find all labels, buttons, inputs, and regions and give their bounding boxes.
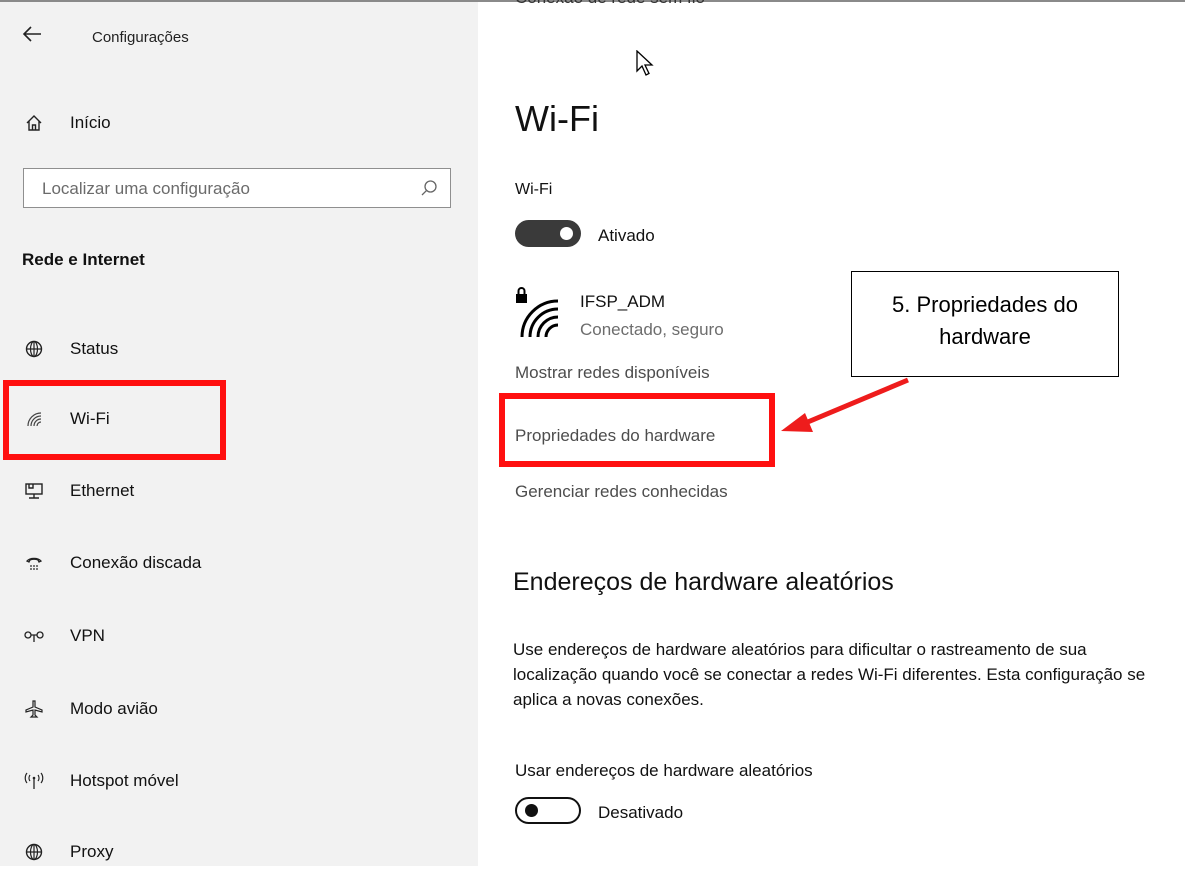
search-icon	[420, 179, 438, 202]
sidebar-item-label: Conexão discada	[70, 553, 202, 572]
page-title: Wi-Fi	[515, 98, 599, 139]
cut-heading: Conexão de rede sem fio	[515, 0, 705, 8]
dialup-icon	[22, 551, 46, 575]
wifi-toggle-state: Ativado	[598, 226, 655, 245]
sidebar-item-home[interactable]: Início	[0, 95, 470, 151]
hotspot-icon	[22, 769, 46, 793]
proxy-globe-icon	[22, 840, 46, 864]
callout-line-1: 5. Propriedades do	[892, 292, 1078, 317]
wifi-label: Wi-Fi	[515, 181, 553, 198]
search-placeholder: Localizar uma configuração	[42, 179, 250, 198]
section-title: Rede e Internet	[22, 250, 145, 269]
sidebar-item-vpn[interactable]: VPN	[0, 608, 470, 664]
hardware-properties-link[interactable]: Propriedades do hardware	[515, 426, 715, 446]
network-status: Conectado, seguro	[580, 320, 724, 339]
wifi-icon	[22, 407, 46, 431]
random-hw-toggle-state: Desativado	[598, 803, 684, 822]
callout-line-2: hardware	[939, 324, 1031, 349]
sidebar-item-hotspot[interactable]: Hotspot móvel	[0, 753, 470, 809]
search-input[interactable]: Localizar uma configuração	[23, 168, 451, 208]
home-icon	[22, 111, 46, 135]
network-wifi-lock-icon[interactable]	[514, 285, 564, 346]
sidebar-item-label: Modo avião	[70, 699, 158, 718]
sidebar-item-label: Hotspot móvel	[70, 771, 179, 790]
network-name[interactable]: IFSP_ADM	[580, 292, 665, 312]
sidebar-item-proxy[interactable]: Proxy	[0, 824, 470, 880]
airplane-icon	[22, 697, 46, 721]
sidebar-item-dialup[interactable]: Conexão discada	[0, 535, 470, 591]
mouse-cursor-icon	[636, 49, 656, 83]
random-hw-toggle-label: Usar endereços de hardware aleatórios	[515, 761, 813, 780]
wifi-toggle[interactable]	[515, 220, 581, 247]
annotation-callout: 5. Propriedades do hardware	[851, 271, 1119, 377]
random-hw-toggle[interactable]	[515, 797, 581, 824]
ethernet-icon	[22, 479, 46, 503]
sidebar-item-label: Ethernet	[70, 481, 135, 500]
vpn-icon	[22, 624, 46, 648]
app-title: Configurações	[92, 29, 189, 46]
annotation-arrow	[781, 377, 909, 432]
back-arrow-icon[interactable]	[22, 22, 42, 48]
sidebar-item-label: Início	[70, 113, 111, 132]
toggle-knob	[560, 227, 573, 240]
sidebar-item-wifi[interactable]: Wi-Fi	[0, 391, 470, 447]
sidebar-item-label: Proxy	[70, 842, 114, 861]
manage-networks-link[interactable]: Gerenciar redes conhecidas	[515, 482, 728, 502]
show-networks-link[interactable]: Mostrar redes disponíveis	[515, 363, 710, 383]
random-hw-description: Use endereços de hardware aleatórios par…	[513, 640, 1146, 709]
sidebar-item-airplane-mode[interactable]: Modo avião	[0, 681, 470, 737]
sidebar-item-label: Wi-Fi	[70, 409, 110, 428]
sidebar-item-ethernet[interactable]: Ethernet	[0, 463, 470, 519]
globe-icon	[22, 337, 46, 361]
sidebar-item-status[interactable]: Status	[0, 321, 470, 377]
sidebar-item-label: VPN	[70, 626, 105, 645]
random-hw-heading: Endereços de hardware aleatórios	[513, 568, 894, 596]
toggle-knob	[525, 804, 538, 817]
sidebar-item-label: Status	[70, 339, 119, 358]
